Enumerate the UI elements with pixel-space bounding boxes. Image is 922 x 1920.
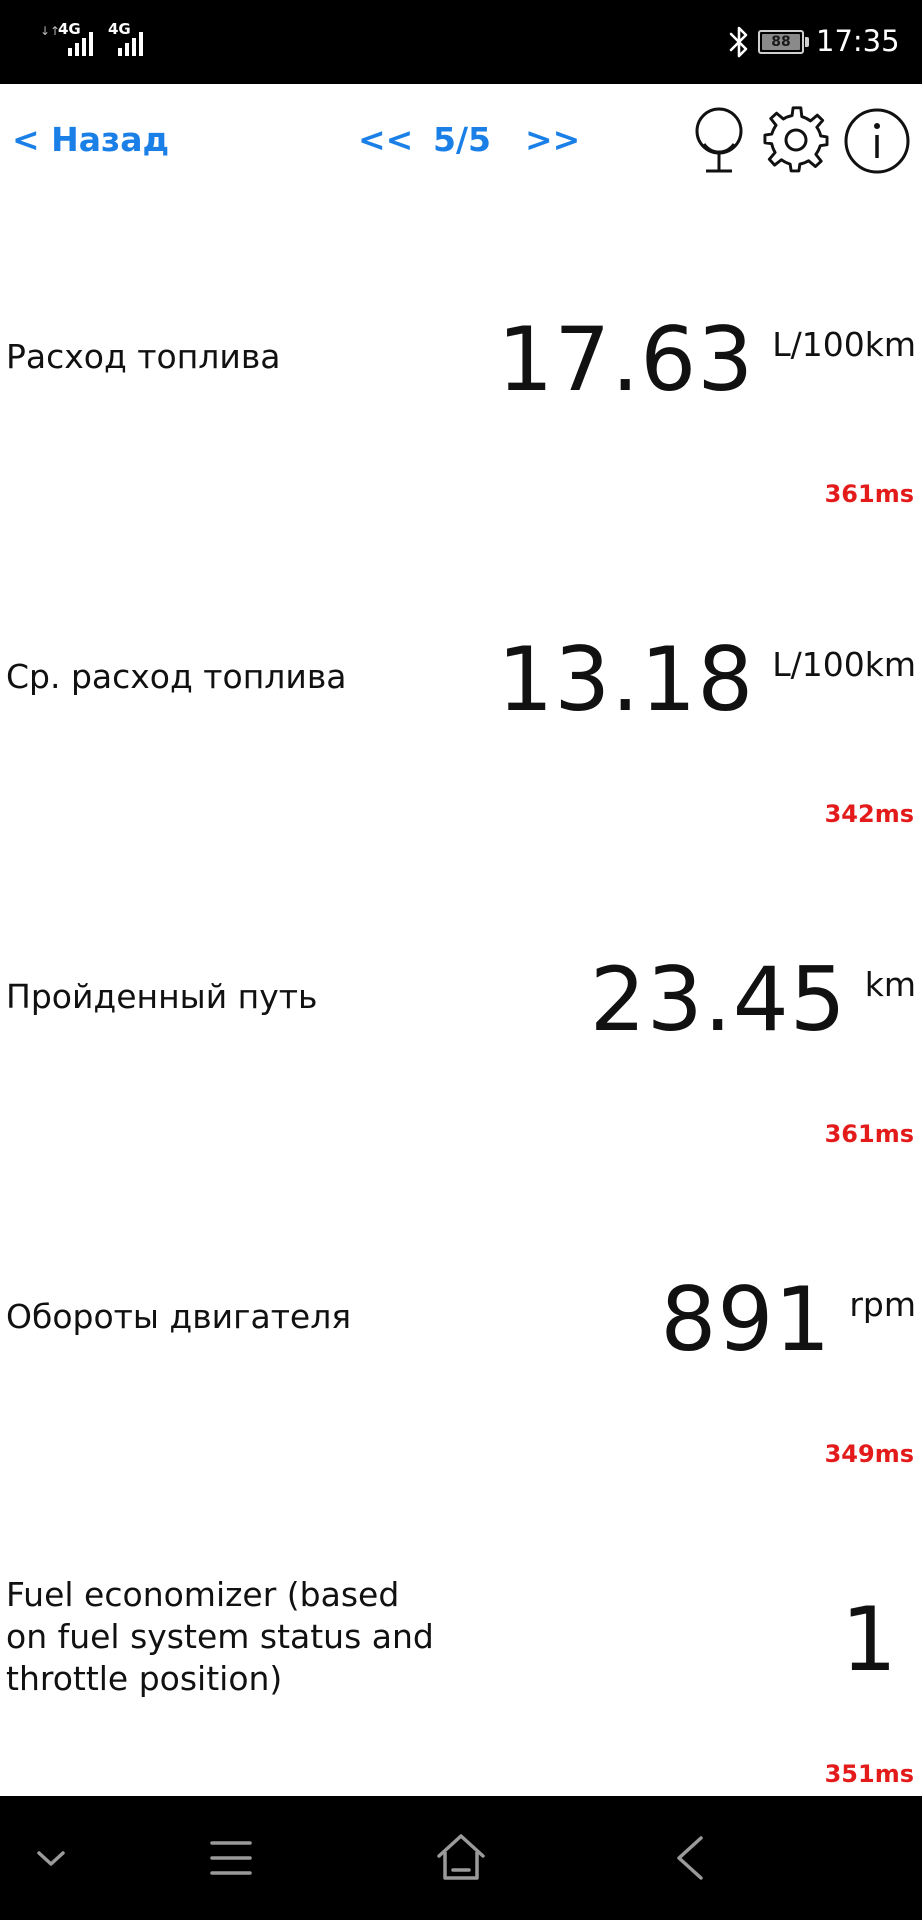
signal-bars-icon	[68, 32, 93, 56]
status-time: 17:35	[816, 24, 900, 58]
param-unit: L/100km	[772, 644, 916, 684]
microphone-icon[interactable]	[684, 106, 754, 176]
back-icon[interactable]	[661, 1828, 721, 1888]
param-unit: L/100km	[772, 324, 916, 364]
param-unit: rpm	[849, 1284, 916, 1324]
battery-icon: 88	[758, 30, 810, 54]
back-button[interactable]: < Назад	[12, 120, 169, 159]
param-value: 17.63	[497, 308, 755, 411]
param-row-avg-fuel-consumption[interactable]: Ср. расход топлива 13.18 L/100km 342ms	[0, 630, 922, 950]
param-value: 13.18	[497, 628, 755, 731]
gear-icon[interactable]	[762, 106, 832, 176]
chevron-down-icon[interactable]	[21, 1828, 81, 1888]
param-row-engine-rpm[interactable]: Обороты двигателя 891 rpm 349ms	[0, 1270, 922, 1590]
param-value: 23.45	[589, 948, 847, 1051]
system-nav-bar	[0, 1796, 922, 1920]
param-value-group: 17.63 L/100km	[497, 310, 916, 410]
next-page-button[interactable]: >>	[525, 120, 580, 159]
param-label: Ср. расход топлива	[6, 657, 347, 696]
param-value-group: 13.18 L/100km	[497, 630, 916, 730]
param-latency: 342ms	[824, 800, 914, 828]
param-latency: 361ms	[824, 480, 914, 508]
menu-icon[interactable]	[201, 1828, 261, 1888]
param-value-group: 23.45 km	[590, 950, 916, 1050]
param-label: Fuel economizer (based on fuel system st…	[6, 1575, 434, 1698]
status-bar: ↓↑ 4G 4G 88 17:35	[0, 0, 922, 84]
info-icon[interactable]	[842, 106, 912, 176]
app-screen: ↓↑ 4G 4G 88 17:35 < Назад << 5/5 >> Расх…	[0, 0, 922, 1920]
param-label: Пройденный путь	[6, 977, 318, 1016]
param-unit: km	[864, 964, 916, 1004]
param-value: 1	[841, 1588, 898, 1691]
bluetooth-icon	[729, 26, 748, 58]
param-latency: 361ms	[824, 1120, 914, 1148]
param-row-distance[interactable]: Пройденный путь 23.45 km 361ms	[0, 950, 922, 1270]
param-value-group: 891 rpm	[660, 1270, 916, 1370]
signal-bars-icon	[118, 32, 143, 56]
param-value-group: 1	[841, 1590, 916, 1690]
toolbar: < Назад << 5/5 >>	[0, 84, 922, 200]
page-indicator: 5/5	[433, 120, 491, 159]
previous-page-button[interactable]: <<	[358, 120, 413, 159]
param-label: Расход топлива	[6, 337, 281, 376]
param-latency: 349ms	[824, 1440, 914, 1468]
battery-level: 88	[762, 34, 800, 50]
param-latency: 351ms	[824, 1760, 914, 1788]
home-icon[interactable]	[431, 1828, 491, 1888]
param-label: Обороты двигателя	[6, 1297, 352, 1336]
param-row-fuel-consumption[interactable]: Расход топлива 17.63 L/100km 361ms	[0, 310, 922, 630]
param-value: 891	[660, 1268, 832, 1371]
